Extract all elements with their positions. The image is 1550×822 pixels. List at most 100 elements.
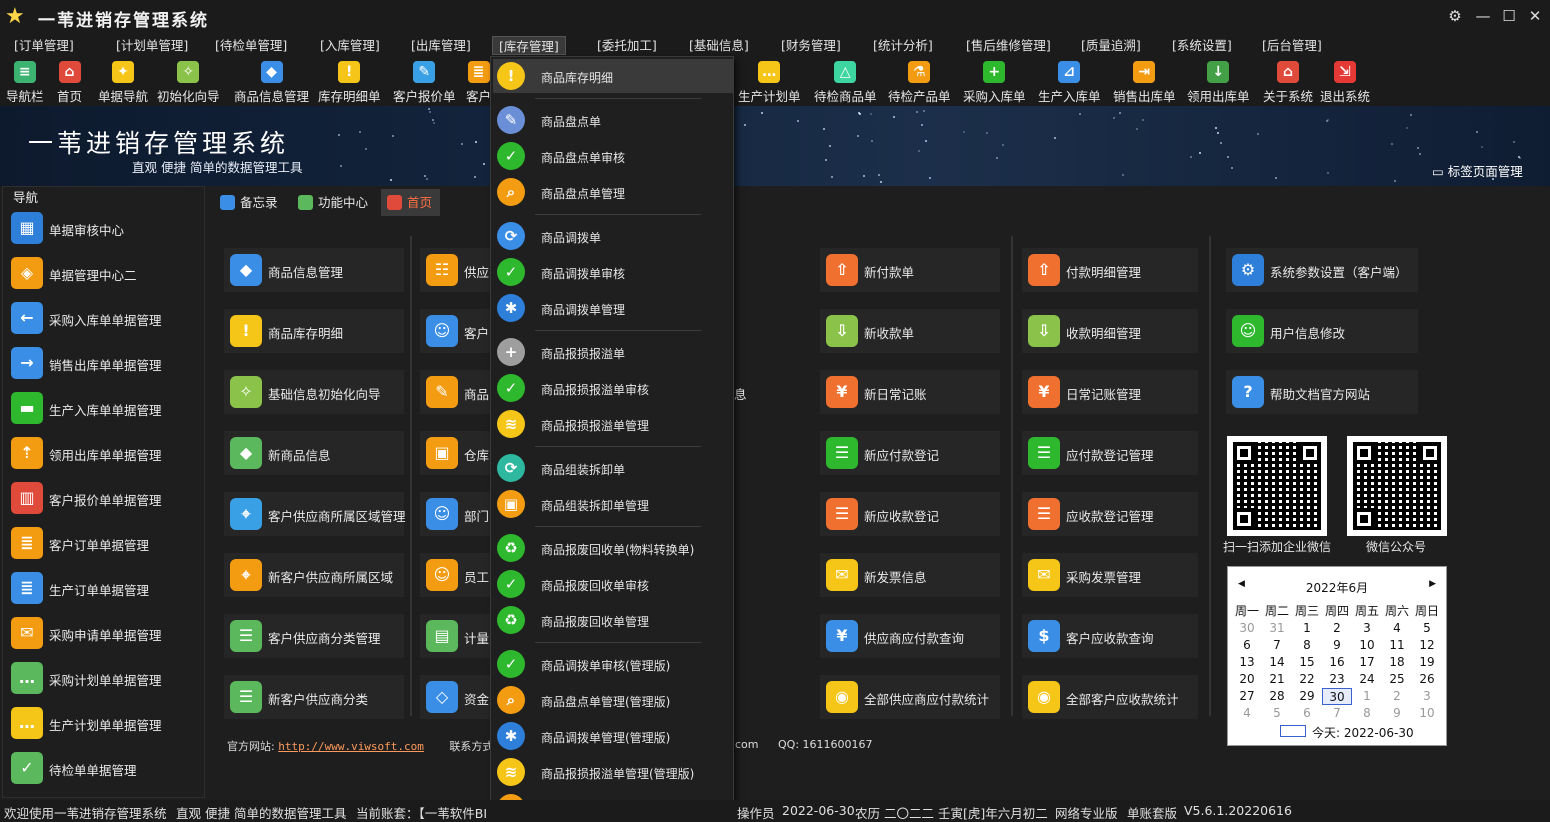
calendar-today-label[interactable]: 今天: 2022-06-30 — [1312, 724, 1414, 741]
calendar[interactable]: ◀ 2022年6月 ▶ 周一 周二 周三 周四 周五 周六 周日 30 31 1 2 3 4 5 6 7 8 9 1… — [1227, 566, 1447, 746]
dropdown-item-23[interactable]: ✱ 商品调拨单管理(管理版) — [493, 719, 733, 753]
nav-item-12[interactable]: ✓ 待检单单据管理 — [9, 748, 199, 788]
tile-col1-4[interactable]: ⌖ 客户供应商所属区域管理 — [224, 492, 406, 536]
menu-item-12[interactable]: [系统设置] — [1166, 36, 1238, 55]
tile-col4-2[interactable]: ¥ 日常记账管理 — [1022, 370, 1198, 414]
toolbar-button-2[interactable]: ✦ 单据导航 — [98, 58, 148, 104]
calendar-day[interactable]: 12 — [1412, 637, 1442, 654]
toolbar-button-12[interactable]: ⊿ 生产入库单 — [1038, 58, 1101, 104]
toolbar-button-16[interactable]: ⇲ 退出系统 — [1320, 58, 1370, 104]
menu-item-5[interactable]: [库存管理] — [492, 36, 566, 55]
calendar-day[interactable]: 29 — [1292, 688, 1322, 705]
calendar-day[interactable]: 30 — [1232, 620, 1262, 637]
dropdown-item-6[interactable]: ⟳ 商品调拨单 — [493, 219, 733, 253]
tile-col3-7[interactable]: ◉ 全部供应商应付款统计 — [820, 675, 1000, 719]
calendar-day[interactable]: 17 — [1352, 654, 1382, 671]
toolbar-button-8[interactable]: … 生产计划单 — [738, 58, 801, 104]
toolbar-button-0[interactable]: ≡ 导航栏 — [6, 58, 44, 104]
tile-col4-4[interactable]: ☰ 应收款登记管理 — [1022, 492, 1198, 536]
tile-col1-0[interactable]: ◆ 商品信息管理 — [224, 248, 404, 292]
dropdown-item-2[interactable]: ✎ 商品盘点单 — [493, 103, 733, 137]
tile-col5-1[interactable]: ☺ 用户信息修改 — [1226, 309, 1418, 353]
dropdown-item-10[interactable]: + 商品报损报溢单 — [493, 335, 733, 369]
nav-item-10[interactable]: … 采购计划单单据管理 — [9, 658, 199, 698]
calendar-day[interactable]: 27 — [1232, 688, 1262, 705]
calendar-day[interactable]: 10 — [1412, 705, 1442, 722]
menu-item-6[interactable]: [委托加工] — [591, 36, 663, 55]
tile-col4-7[interactable]: ◉ 全部客户应收款统计 — [1022, 675, 1198, 719]
settings-gear-icon[interactable]: ⚙ — [1444, 6, 1466, 26]
toolbar-button-13[interactable]: ⇥ 销售出库单 — [1113, 58, 1176, 104]
calendar-day[interactable]: 24 — [1352, 671, 1382, 688]
calendar-day[interactable]: 4 — [1382, 620, 1412, 637]
calendar-day[interactable]: 7 — [1322, 705, 1352, 722]
calendar-day[interactable]: 5 — [1412, 620, 1442, 637]
tab-1[interactable]: 功能中心 — [292, 189, 376, 216]
tile-col4-1[interactable]: ⇩ 收款明细管理 — [1022, 309, 1198, 353]
menu-item-1[interactable]: [计划单管理] — [110, 36, 194, 55]
toolbar-button-10[interactable]: ⚗ 待检产品单 — [888, 58, 951, 104]
close-button[interactable]: ✕ — [1524, 6, 1546, 26]
official-site-link[interactable]: http://www.viwsoft.com — [278, 740, 424, 753]
calendar-day[interactable]: 1 — [1352, 688, 1382, 705]
calendar-day[interactable]: 2 — [1382, 688, 1412, 705]
calendar-day[interactable]: 9 — [1322, 637, 1352, 654]
tab-page-manage-button[interactable]: ▭ 标签页面管理 — [1432, 161, 1523, 180]
menu-item-7[interactable]: [基础信息] — [683, 36, 755, 55]
toolbar-button-3[interactable]: ✧ 初始化向导 — [157, 58, 220, 104]
nav-item-0[interactable]: ▦ 单据审核中心 — [9, 208, 199, 248]
dropdown-item-17[interactable]: ♻ 商品报废回收单(物料转换单) — [493, 531, 733, 565]
tile-col4-5[interactable]: ✉ 采购发票管理 — [1022, 553, 1198, 597]
tile-col1-2[interactable]: ✧ 基础信息初始化向导 — [224, 370, 404, 414]
minimize-button[interactable]: — — [1472, 6, 1494, 26]
calendar-day[interactable]: 10 — [1352, 637, 1382, 654]
calendar-day[interactable]: 5 — [1262, 705, 1292, 722]
nav-item-5[interactable]: ⇡ 领用出库单单据管理 — [9, 433, 199, 473]
tile-col3-0[interactable]: ⇧ 新付款单 — [820, 248, 1000, 292]
calendar-day[interactable]: 6 — [1232, 637, 1262, 654]
menu-item-11[interactable]: [质量追溯] — [1075, 36, 1147, 55]
toolbar-button-6[interactable]: ✎ 客户报价单 — [393, 58, 456, 104]
calendar-day[interactable]: 14 — [1262, 654, 1292, 671]
tile-col1-5[interactable]: ⌖ 新客户供应商所属区域 — [224, 553, 404, 597]
menu-item-2[interactable]: [待检单管理] — [209, 36, 293, 55]
maximize-button[interactable]: ☐ — [1498, 6, 1520, 26]
dropdown-item-22[interactable]: ⌕ 商品盘点单管理(管理版) — [493, 683, 733, 717]
toolbar-button-14[interactable]: ↓ 领用出库单 — [1187, 58, 1250, 104]
nav-item-3[interactable]: → 销售出库单单据管理 — [9, 343, 199, 383]
dropdown-item-7[interactable]: ✓ 商品调拨单审核 — [493, 255, 733, 289]
calendar-day[interactable]: 20 — [1232, 671, 1262, 688]
tile-col1-3[interactable]: ◆ 新商品信息 — [224, 431, 404, 475]
tile-col3-6[interactable]: ¥ 供应商应付款查询 — [820, 614, 1000, 658]
dropdown-item-11[interactable]: ✓ 商品报损报溢单审核 — [493, 371, 733, 405]
calendar-day[interactable]: 16 — [1322, 654, 1352, 671]
tile-col5-0[interactable]: ⚙ 系统参数设置（客户端） — [1226, 248, 1418, 292]
calendar-day[interactable]: 30 — [1322, 688, 1352, 705]
dropdown-item-3[interactable]: ✓ 商品盘点单审核 — [493, 139, 733, 173]
tile-col3-1[interactable]: ⇩ 新收款单 — [820, 309, 1000, 353]
dropdown-item-18[interactable]: ✓ 商品报废回收单审核 — [493, 567, 733, 601]
calendar-day[interactable]: 4 — [1232, 705, 1262, 722]
nav-item-6[interactable]: ▥ 客户报价单单据管理 — [9, 478, 199, 518]
calendar-day[interactable]: 26 — [1412, 671, 1442, 688]
nav-item-2[interactable]: ← 采购入库单单据管理 — [9, 298, 199, 338]
calendar-day[interactable]: 7 — [1262, 637, 1292, 654]
menu-item-8[interactable]: [财务管理] — [775, 36, 847, 55]
calendar-day[interactable]: 22 — [1292, 671, 1322, 688]
calendar-day[interactable]: 31 — [1262, 620, 1292, 637]
menu-item-13[interactable]: [后台管理] — [1256, 36, 1328, 55]
calendar-day[interactable]: 23 — [1322, 671, 1352, 688]
dropdown-item-14[interactable]: ⟳ 商品组装拆卸单 — [493, 451, 733, 485]
dropdown-item-15[interactable]: ▣ 商品组装拆卸单管理 — [493, 487, 733, 521]
tile-col4-6[interactable]: $ 客户应收款查询 — [1022, 614, 1198, 658]
tile-col4-0[interactable]: ⇧ 付款明细管理 — [1022, 248, 1198, 292]
tile-col3-5[interactable]: ✉ 新发票信息 — [820, 553, 1000, 597]
tile-col4-3[interactable]: ☰ 应付款登记管理 — [1022, 431, 1198, 475]
toolbar-button-4[interactable]: ◆ 商品信息管理 — [234, 58, 309, 104]
dropdown-item-0[interactable]: ! 商品库存明细 — [493, 59, 733, 93]
calendar-day[interactable]: 13 — [1232, 654, 1262, 671]
calendar-day[interactable]: 3 — [1352, 620, 1382, 637]
calendar-day[interactable]: 15 — [1292, 654, 1322, 671]
calendar-day[interactable]: 8 — [1292, 637, 1322, 654]
nav-item-8[interactable]: ≣ 生产订单单据管理 — [9, 568, 199, 608]
